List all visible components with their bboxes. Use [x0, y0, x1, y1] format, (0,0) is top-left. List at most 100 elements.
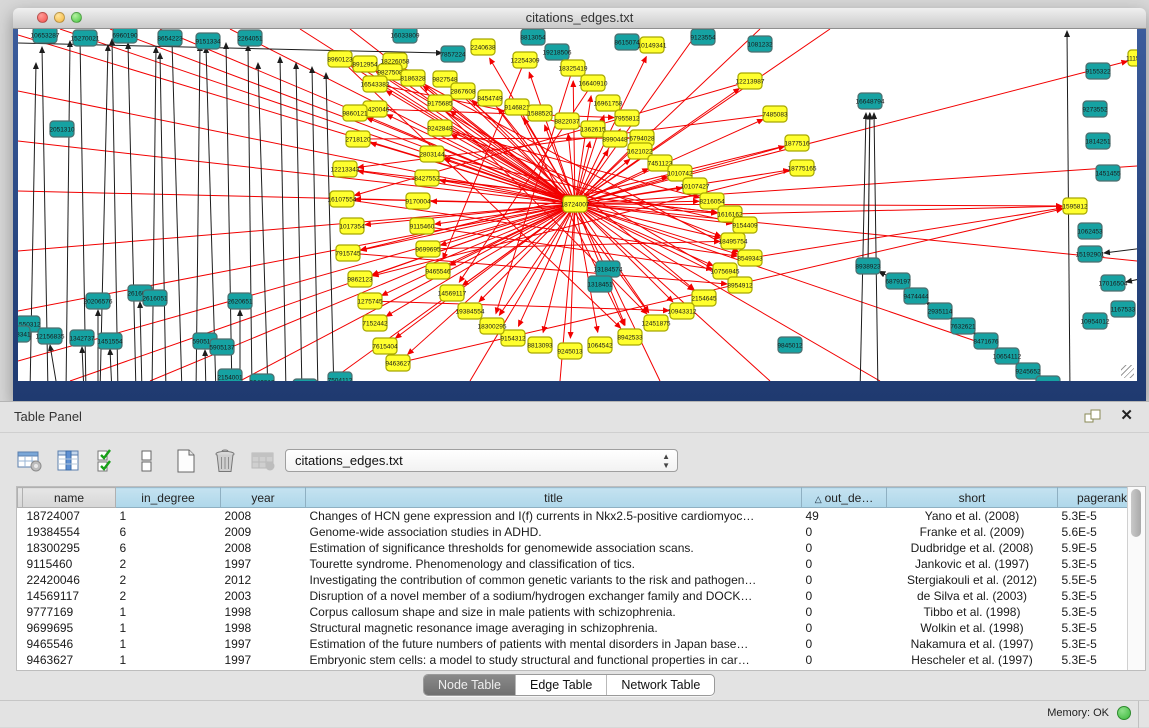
graph-node[interactable]: 10954012	[1081, 313, 1110, 329]
graph-node[interactable]: 18724007	[561, 196, 590, 212]
graph-node[interactable]: 1062453	[1077, 223, 1103, 239]
graph-node[interactable]: 1064542	[587, 337, 613, 353]
graph-node[interactable]: 7485083	[762, 106, 788, 122]
show-columns-icon[interactable]	[55, 446, 83, 476]
table-selector[interactable]: citations_edges.txt ▲▼	[285, 449, 678, 472]
graph-node[interactable]: 10149341	[638, 37, 667, 53]
graph-node[interactable]: 9474444	[903, 288, 929, 304]
graph-node[interactable]: 20206576	[84, 293, 113, 309]
graph-node[interactable]: 8938923	[855, 258, 881, 274]
table-row[interactable]: 1872400712008Changes of HCN gene express…	[18, 508, 1128, 525]
table-row[interactable]: 1938455462009Genome-wide association stu…	[18, 524, 1128, 540]
column-header-year[interactable]: year	[221, 488, 306, 508]
graph-node[interactable]: 16648794	[856, 93, 885, 109]
graph-node[interactable]: 7632621	[950, 318, 976, 334]
graph-node[interactable]: 10653287	[31, 29, 60, 43]
graph-node[interactable]: 7504112	[328, 372, 353, 381]
graph-node[interactable]: 12254309	[511, 52, 540, 68]
graph-node[interactable]: 8454749	[477, 90, 503, 106]
graph-node[interactable]: 9242848	[427, 120, 453, 136]
graph-node[interactable]: 8960123	[327, 51, 353, 67]
graph-node[interactable]: 2240638	[470, 39, 496, 55]
graph-node[interactable]: 7152442	[362, 315, 388, 331]
graph-node[interactable]: 10654112	[993, 348, 1022, 364]
table-row[interactable]: 977716911998Corpus callosum shape and si…	[18, 604, 1128, 620]
select-all-columns-icon[interactable]	[94, 446, 122, 476]
graph-node[interactable]: 1362615	[580, 121, 606, 137]
graph-node[interactable]: 9123554	[690, 29, 716, 45]
graph-node[interactable]: 9845012	[777, 337, 803, 353]
graph-node[interactable]: 9175685	[427, 95, 453, 111]
table-scrollbar[interactable]	[1127, 487, 1145, 670]
column-header-pagerank[interactable]: pagerank	[1058, 488, 1128, 508]
graph-node[interactable]: 9245013	[557, 343, 583, 359]
graph-node[interactable]: 8990448	[602, 131, 628, 147]
tab-node-table[interactable]: Node Table	[424, 675, 516, 695]
graph-node[interactable]: 11154984	[1126, 50, 1137, 66]
graph-node[interactable]: 2264051	[237, 30, 263, 46]
graph-node[interactable]: 9170004	[405, 193, 431, 209]
graph-node[interactable]: 8813093	[527, 337, 553, 353]
graph-node[interactable]: 1017354	[339, 218, 365, 234]
column-header-indegree[interactable]: in_degree	[116, 488, 221, 508]
graph-node[interactable]: 8427552	[414, 170, 440, 186]
graph-node[interactable]: 17016504	[1099, 275, 1128, 291]
graph-node[interactable]: 9699695	[415, 241, 441, 257]
graph-node[interactable]: 7955812	[614, 110, 640, 126]
graph-node[interactable]: 8615074	[614, 34, 640, 50]
table-row[interactable]: 1830029562008Estimation of significance …	[18, 540, 1128, 556]
unselect-all-columns-icon[interactable]	[133, 446, 161, 476]
graph-node[interactable]: 8654223	[157, 30, 183, 46]
memory-status-indicator[interactable]	[1117, 706, 1131, 720]
graph-node[interactable]: 10107427	[681, 178, 710, 194]
graph-node[interactable]: 19384554	[456, 303, 485, 319]
table-row[interactable]: 946554611997Estimation of the future num…	[18, 636, 1128, 652]
citation-graph[interactable]: 1872400710653287152700216960190865422391…	[18, 29, 1137, 381]
graph-node[interactable]: 14569117	[438, 285, 467, 301]
graph-node[interactable]: 2154001	[217, 369, 243, 381]
graph-node[interactable]: 8471676	[973, 333, 999, 349]
delete-columns-icon[interactable]	[211, 446, 239, 476]
graph-node[interactable]: 9151334	[195, 33, 221, 49]
graph-node[interactable]: 18495754	[719, 233, 748, 249]
graph-node[interactable]: 9155322	[1085, 63, 1111, 79]
graph-node[interactable]: 8154221	[292, 379, 318, 381]
column-header-outde[interactable]: △out_de…	[802, 488, 887, 508]
graph-node[interactable]: 12156835	[36, 328, 65, 344]
table-scrollbar-thumb[interactable]	[1131, 489, 1141, 537]
graph-node[interactable]: 8942533	[617, 329, 643, 345]
tab-network-table[interactable]: Network Table	[607, 675, 714, 695]
graph-node[interactable]: 2616051	[142, 290, 168, 306]
graph-node[interactable]: 8912954	[352, 56, 378, 72]
graph-node[interactable]: 18325419	[559, 60, 588, 76]
graph-node[interactable]: 10943312	[668, 303, 697, 319]
graph-node[interactable]: 16640910	[579, 75, 608, 91]
graph-node[interactable]: 7615404	[372, 338, 398, 354]
table-row[interactable]: 2242004622012Investigating the contribut…	[18, 572, 1128, 588]
graph-node[interactable]: 8822037	[554, 113, 580, 129]
graph-node[interactable]: 1275745	[357, 293, 383, 309]
canvas-resize-grip[interactable]	[1121, 365, 1134, 378]
table-row[interactable]: 969969511998Structural magnetic resonanc…	[18, 620, 1128, 636]
column-header-short[interactable]: short	[887, 488, 1058, 508]
graph-node[interactable]: 1588520	[527, 105, 553, 121]
graph-node[interactable]: 1451554	[97, 333, 123, 349]
table-row[interactable]: 911546021997Tourette syndrome. Phenomeno…	[18, 556, 1128, 572]
graph-node[interactable]: 3913341	[18, 326, 31, 342]
table-row[interactable]: 1456911722003Disruption of a novel membe…	[18, 588, 1128, 604]
graph-node[interactable]: 1451455	[1095, 165, 1121, 181]
graph-node[interactable]: 18775165	[788, 160, 817, 176]
graph-node[interactable]: 1081232	[747, 36, 773, 52]
graph-node[interactable]: 9154409	[732, 217, 758, 233]
column-header-title[interactable]: title	[306, 488, 802, 508]
graph-node[interactable]: 8186328	[400, 70, 426, 86]
graph-node[interactable]: 9273552	[1082, 101, 1108, 117]
graph-node[interactable]: 1877516	[784, 135, 810, 151]
create-column-icon[interactable]	[172, 446, 200, 476]
network-window-titlebar[interactable]: citations_edges.txt	[13, 8, 1146, 29]
graph-node[interactable]: 2867608	[450, 83, 476, 99]
graph-node[interactable]: 2620651	[227, 293, 253, 309]
graph-node[interactable]: 9860121	[342, 105, 368, 121]
graph-node[interactable]: 2051310	[49, 121, 75, 137]
graph-node[interactable]: 15192901	[1076, 246, 1105, 262]
